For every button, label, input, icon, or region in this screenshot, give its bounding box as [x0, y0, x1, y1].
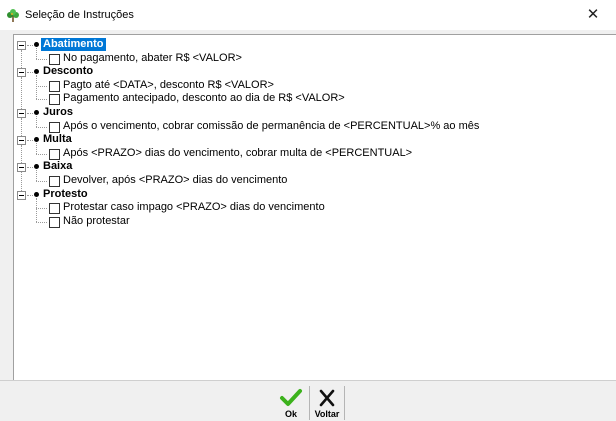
instruction-label[interactable]: No pagamento, abater R$ <VALOR>	[63, 52, 242, 65]
instruction-checkbox[interactable]	[49, 203, 60, 215]
instruction-label[interactable]: Após <PRAZO> dias do vencimento, cobrar …	[63, 147, 412, 160]
collapse-toggle-icon[interactable]	[17, 163, 26, 173]
tree-connector	[36, 221, 47, 223]
tree-connector	[27, 167, 33, 169]
title-bar: Seleção de Instruções ✕	[0, 0, 616, 30]
instruction-checkbox[interactable]	[49, 53, 60, 65]
tree-connector	[36, 208, 47, 210]
back-label: Voltar	[314, 409, 340, 419]
category-label[interactable]: Multa	[41, 133, 74, 146]
instruction-checkbox[interactable]	[49, 176, 60, 187]
tree-connector	[21, 118, 22, 137]
tree-connector	[36, 143, 37, 154]
ok-label: Ok	[284, 409, 297, 419]
category-label[interactable]: Juros	[41, 106, 75, 119]
close-button[interactable]: ✕	[570, 0, 616, 30]
instruction-label[interactable]: Não protestar	[63, 215, 130, 228]
tree-connector	[36, 153, 47, 155]
tree-connector	[36, 181, 47, 182]
tree-connector	[36, 48, 37, 59]
tree-connector	[36, 197, 37, 222]
back-button[interactable]: Voltar	[309, 386, 345, 420]
instruction-label[interactable]: Após o vencimento, cobrar comissão de pe…	[63, 120, 479, 133]
instruction-checkbox[interactable]	[49, 94, 60, 106]
check-icon	[280, 389, 302, 406]
tree-connector	[21, 172, 22, 191]
collapse-toggle-icon[interactable]	[17, 109, 26, 118]
tree-connector	[27, 113, 33, 114]
x-icon	[319, 389, 335, 407]
tree-connector	[36, 58, 47, 60]
ok-button[interactable]: Ok	[274, 386, 308, 420]
tree-connector	[36, 99, 47, 101]
instruction-label[interactable]: Devolver, após <PRAZO> dias do venciment…	[63, 174, 287, 187]
tree-connector	[21, 145, 22, 164]
tree-connector	[27, 140, 33, 142]
category-label[interactable]: Protesto	[41, 188, 90, 201]
plant-icon	[7, 9, 19, 22]
bullet-icon	[34, 42, 39, 47]
instruction-checkbox[interactable]	[49, 148, 60, 160]
collapse-toggle-icon[interactable]	[17, 68, 26, 78]
tree-connector	[21, 77, 22, 109]
instruction-checkbox[interactable]	[49, 216, 60, 228]
tree-connector	[36, 116, 37, 127]
instruction-label[interactable]: Protestar caso impago <PRAZO> dias do ve…	[63, 201, 325, 214]
close-icon: ✕	[586, 6, 600, 23]
collapse-toggle-icon[interactable]	[17, 190, 26, 200]
tree-connector	[27, 45, 33, 46]
instruction-checkbox[interactable]	[49, 121, 60, 133]
bullet-icon	[34, 191, 39, 197]
tree-connector	[36, 126, 47, 128]
panel-divider	[0, 380, 616, 381]
instruction-label[interactable]: Pagamento antecipado, desconto ao dia de…	[63, 92, 345, 105]
collapse-toggle-icon[interactable]	[17, 136, 26, 146]
tree-connector	[21, 50, 22, 69]
tree-connector	[36, 75, 37, 100]
window-title: Seleção de Instruções	[25, 9, 134, 21]
category-label[interactable]: Desconto	[41, 65, 95, 78]
category-label[interactable]: Baixa	[41, 160, 74, 173]
instruction-checkbox[interactable]	[49, 80, 60, 92]
instruction-label[interactable]: Pagto até <DATA>, desconto R$ <VALOR>	[63, 79, 274, 92]
tree-connector	[36, 85, 47, 87]
collapse-toggle-icon[interactable]	[17, 41, 26, 50]
category-label[interactable]: Abatimento	[41, 38, 106, 51]
tree-connector	[27, 194, 33, 196]
bullet-icon	[34, 110, 39, 115]
tree-connector	[27, 72, 33, 74]
tree-connector	[36, 170, 37, 181]
